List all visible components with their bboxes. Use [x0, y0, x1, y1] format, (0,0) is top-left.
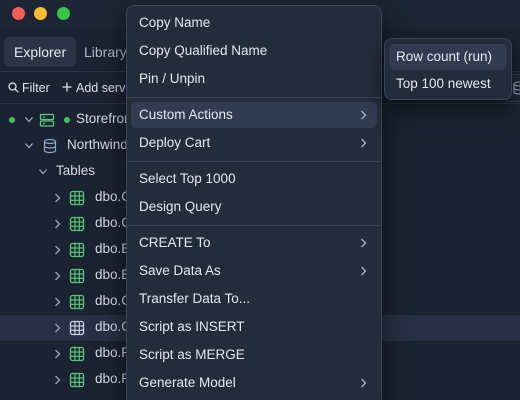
- server-icon: [39, 113, 55, 127]
- menu-item-custom-actions[interactable]: Custom Actions: [131, 102, 377, 128]
- custom-actions-submenu: Row count (run) Top 100 newest: [384, 38, 512, 100]
- chevron-right-icon[interactable]: [52, 322, 62, 334]
- menu-item-label: Generate Model: [139, 375, 236, 390]
- database-label: Northwind: [67, 137, 128, 152]
- menu-item-label: Save Data As: [139, 263, 221, 278]
- chevron-down-icon[interactable]: [24, 140, 34, 152]
- submenu-item-top-100-newest[interactable]: Top 100 newest: [389, 71, 507, 97]
- table-icon: [69, 294, 85, 310]
- menu-separator: [127, 161, 381, 162]
- filter-label: Filter: [22, 81, 50, 95]
- chevron-right-icon: [361, 378, 367, 388]
- table-icon: [69, 242, 85, 258]
- table-icon: [69, 216, 85, 232]
- menu-item-create-to[interactable]: CREATE To: [131, 230, 377, 256]
- chevron-right-icon: [361, 110, 367, 120]
- filter-button[interactable]: Filter: [8, 79, 50, 97]
- menu-item-label: Pin / Unpin: [139, 71, 206, 86]
- menu-item-pin-unpin[interactable]: Pin / Unpin: [131, 66, 377, 92]
- menu-item-copy-qualified-name[interactable]: Copy Qualified Name: [131, 38, 377, 64]
- menu-item-transfer-data-to[interactable]: Transfer Data To...: [131, 286, 377, 312]
- menu-item-label: Transfer Data To...: [139, 291, 251, 306]
- table-icon: [69, 320, 85, 336]
- table-icon: [69, 268, 85, 284]
- menu-item-copy-name[interactable]: Copy Name: [131, 10, 377, 36]
- tab-explorer[interactable]: Explorer: [4, 37, 77, 67]
- search-icon: [8, 82, 19, 93]
- add-server-label: Add serve: [76, 81, 133, 95]
- submenu-item-label: Top 100 newest: [396, 76, 491, 91]
- menu-item-label: Select Top 1000: [139, 171, 236, 186]
- connection-status-dot: [9, 117, 15, 123]
- table-icon: [69, 372, 85, 388]
- chevron-right-icon[interactable]: [52, 192, 62, 204]
- menu-item-script-as-insert[interactable]: Script as INSERT: [131, 314, 377, 340]
- chevron-right-icon[interactable]: [52, 348, 62, 360]
- menu-item-label: Script as MERGE: [139, 347, 245, 362]
- chevron-down-icon[interactable]: [24, 114, 34, 126]
- menu-item-generate-model[interactable]: Generate Model: [131, 370, 377, 396]
- zoom-window-button[interactable]: [57, 7, 70, 20]
- chevron-right-icon[interactable]: [52, 270, 62, 282]
- submenu-item-label: Row count (run): [396, 49, 493, 64]
- context-menu: Copy Name Copy Qualified Name Pin / Unpi…: [126, 5, 382, 400]
- menu-item-label: Script as INSERT: [139, 319, 245, 334]
- database-icon: [43, 138, 57, 154]
- submenu-item-row-count[interactable]: Row count (run): [389, 44, 507, 70]
- menu-separator: [127, 97, 381, 98]
- chevron-right-icon: [361, 238, 367, 248]
- plus-icon: [62, 82, 72, 92]
- chevron-right-icon[interactable]: [52, 218, 62, 230]
- menu-item-save-data-as[interactable]: Save Data As: [131, 258, 377, 284]
- menu-item-label: Custom Actions: [139, 107, 233, 122]
- menu-item-label: Copy Qualified Name: [139, 43, 268, 58]
- table-icon: [69, 190, 85, 206]
- database-icon: [513, 81, 520, 95]
- chevron-right-icon: [361, 266, 367, 276]
- chevron-right-icon[interactable]: [52, 374, 62, 386]
- add-server-button[interactable]: Add serve: [62, 79, 132, 97]
- server-label: Storefron: [76, 111, 132, 126]
- close-window-button[interactable]: [12, 7, 25, 20]
- chevron-right-icon[interactable]: [52, 296, 62, 308]
- tables-folder-label: Tables: [56, 163, 96, 178]
- menu-item-select-top-1000[interactable]: Select Top 1000: [131, 166, 377, 192]
- chevron-right-icon[interactable]: [52, 244, 62, 256]
- chevron-right-icon: [361, 138, 367, 148]
- menu-item-label: Copy Name: [139, 15, 211, 30]
- menu-item-label: CREATE To: [139, 235, 211, 250]
- server-status-dot: [64, 117, 70, 123]
- menu-item-deploy-cart[interactable]: Deploy Cart: [131, 130, 377, 156]
- table-label: dbo.E: [95, 267, 131, 282]
- menu-item-label: Design Query: [139, 199, 222, 214]
- menu-item-label: Deploy Cart: [139, 135, 211, 150]
- table-icon: [69, 346, 85, 362]
- menu-separator: [127, 225, 381, 226]
- table-label: dbo.E: [95, 241, 131, 256]
- menu-item-design-query[interactable]: Design Query: [131, 194, 377, 220]
- menu-item-script-as-merge[interactable]: Script as MERGE: [131, 342, 377, 368]
- minimize-window-button[interactable]: [34, 7, 47, 20]
- chevron-down-icon[interactable]: [38, 166, 48, 178]
